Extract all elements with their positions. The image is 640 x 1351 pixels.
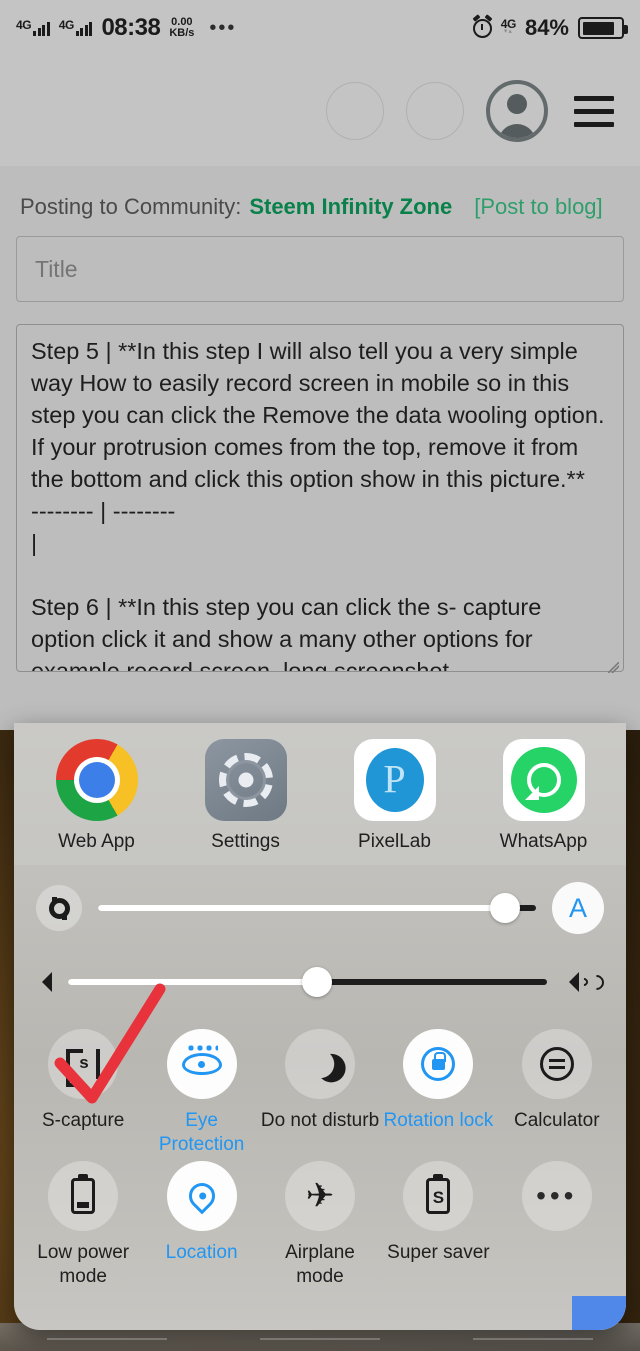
network-speed-unit: KB/s <box>169 27 195 39</box>
app-label: WhatsApp <box>499 831 588 852</box>
toggle-calculator[interactable]: Calculator <box>498 1029 616 1157</box>
toggle-label: Airplane mode <box>285 1242 355 1287</box>
network-type-sim2-label: 4G <box>58 17 75 32</box>
header-circle-button-2[interactable] <box>406 82 464 140</box>
toggle-low-power-mode[interactable]: Low power mode <box>24 1161 142 1289</box>
posting-to-label: Posting to Community: <box>20 194 242 219</box>
toggle-eye-protection[interactable]: Eye Protection <box>142 1029 260 1157</box>
posting-to-community-row: Posting to Community: Steem Infinity Zon… <box>16 182 624 236</box>
brightness-slider-row: A <box>14 871 626 945</box>
system-navigation-bar <box>0 1338 640 1351</box>
site-header <box>0 56 640 166</box>
community-name-link[interactable]: Steem Infinity Zone <box>249 194 452 220</box>
textarea-resize-handle[interactable] <box>608 662 619 673</box>
settings-gear-icon <box>204 739 287 821</box>
browser-window: 4G 4G 08:38 0.00 KB/s ••• 4G ▾▴ 84% Post… <box>0 0 640 730</box>
toggle-label: Rotation lock <box>383 1110 494 1131</box>
toggle-label: Location <box>165 1242 238 1263</box>
toggle-airplane-mode[interactable]: ✈ Airplane mode <box>261 1161 379 1289</box>
hamburger-menu-icon[interactable] <box>570 92 618 131</box>
app-label: PixelLab <box>358 831 431 852</box>
title-input[interactable] <box>16 236 624 302</box>
toggle-s-capture[interactable]: s S-capture <box>24 1029 142 1157</box>
app-label: Web App <box>58 831 135 852</box>
network-speed: 0.00 KB/s <box>169 17 194 39</box>
location-pin-icon <box>166 1161 237 1231</box>
rotation-lock-icon <box>403 1029 474 1099</box>
battery-s-icon: S <box>403 1161 474 1231</box>
toggle-rotation-lock[interactable]: Rotation lock <box>379 1029 497 1157</box>
toggle-label: Do not disturb <box>260 1110 380 1131</box>
app-label: Settings <box>211 831 280 852</box>
quick-settings-grid: s S-capture Eye Protection Do not distur… <box>14 1019 626 1289</box>
mobile-data-icon: 4G ▾▴ <box>500 17 517 35</box>
toggle-do-not-disturb[interactable]: Do not disturb <box>261 1029 379 1157</box>
toggle-location[interactable]: Location <box>142 1161 260 1289</box>
signal-icon-sim2: 4G <box>58 17 93 36</box>
app-shortcut-pixellab[interactable]: P PixelLab <box>327 739 463 853</box>
volume-mute-icon[interactable] <box>36 972 52 992</box>
body-textarea[interactable]: Step 5 | **In this step I will also tell… <box>16 324 624 672</box>
quick-apps-row: Web App Settings P PixelLab WhatsApp <box>14 723 626 865</box>
whatsapp-icon <box>502 739 585 821</box>
network-type-right-label: 4G <box>500 17 517 31</box>
toggle-label: Calculator <box>514 1110 600 1131</box>
volume-slider-row <box>14 945 626 1019</box>
toggle-label: Eye Protection <box>158 1110 245 1155</box>
alarm-clock-icon <box>472 18 492 38</box>
more-dots-icon: ••• <box>521 1161 592 1231</box>
app-shortcut-web-app[interactable]: Web App <box>29 739 165 853</box>
eye-icon <box>166 1029 237 1099</box>
volume-slider[interactable] <box>68 967 547 997</box>
airplane-icon: ✈ <box>284 1161 355 1231</box>
toggle-super-saver[interactable]: S Super saver <box>379 1161 497 1289</box>
toggle-label: Super saver <box>387 1242 490 1263</box>
moon-icon <box>284 1029 355 1099</box>
status-bar: 4G 4G 08:38 0.00 KB/s ••• 4G ▾▴ 84% <box>0 0 640 56</box>
brightness-slider[interactable] <box>98 893 536 923</box>
pixellab-icon: P <box>353 739 436 821</box>
toggle-more[interactable]: ••• <box>498 1161 616 1289</box>
battery-icon <box>578 17 628 39</box>
app-shortcut-whatsapp[interactable]: WhatsApp <box>476 739 612 853</box>
calculator-icon <box>521 1029 592 1099</box>
status-overflow-dots: ••• <box>209 17 237 39</box>
network-type-sim1-label: 4G <box>16 17 32 32</box>
post-editor: Posting to Community: Steem Infinity Zon… <box>0 166 640 677</box>
auto-brightness-label: A <box>568 892 587 923</box>
avatar[interactable] <box>486 80 548 142</box>
app-shortcut-settings[interactable]: Settings <box>178 739 314 853</box>
s-capture-icon: s <box>48 1029 119 1099</box>
auto-brightness-button[interactable]: A <box>552 882 604 934</box>
brightness-gear-icon[interactable] <box>36 885 82 931</box>
clock-label: 08:38 <box>101 14 161 41</box>
toggle-label: Low power mode <box>37 1242 130 1287</box>
battery-icon <box>48 1161 119 1231</box>
toggle-label: S-capture <box>42 1110 125 1131</box>
battery-percent-label: 84% <box>524 15 569 40</box>
volume-up-icon[interactable] <box>563 971 608 993</box>
header-circle-button-1[interactable] <box>326 82 384 140</box>
post-to-blog-link[interactable]: [Post to blog] <box>474 194 602 220</box>
signal-icon-sim1: 4G <box>16 17 50 36</box>
chrome-icon <box>55 739 138 821</box>
control-center-panel: Web App Settings P PixelLab WhatsApp A s… <box>14 723 626 1330</box>
